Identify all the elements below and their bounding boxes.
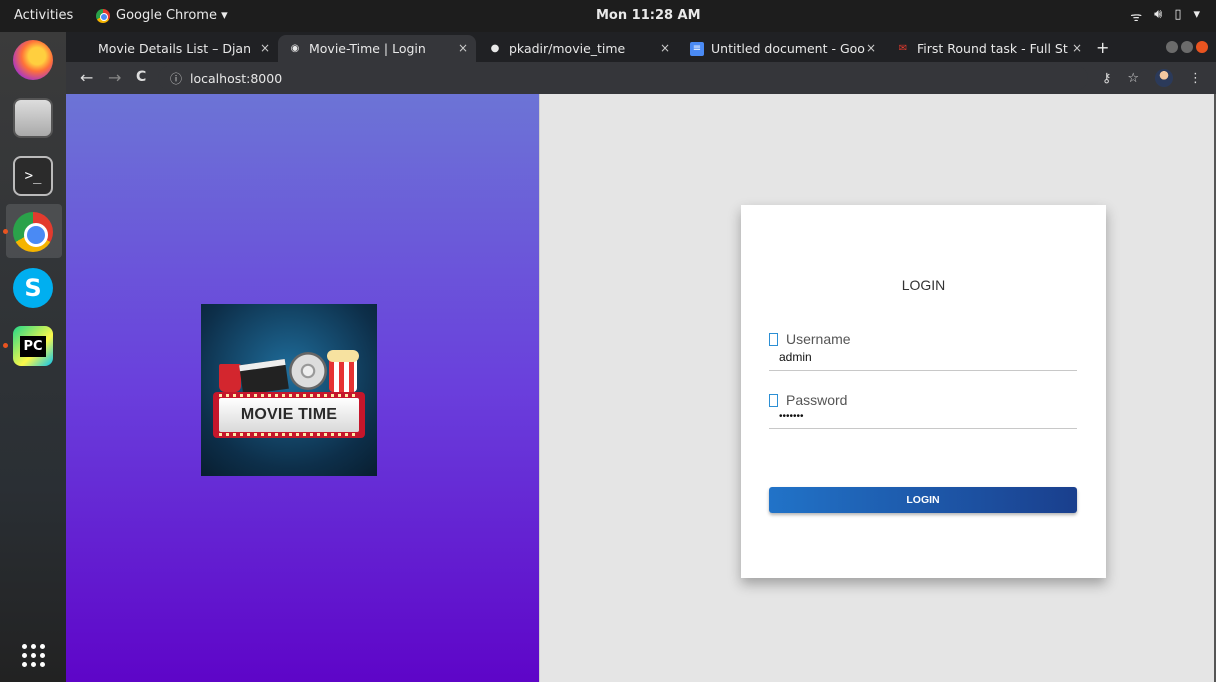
maximize-button[interactable] [1181, 41, 1193, 53]
close-window-button[interactable] [1196, 41, 1208, 53]
running-indicator [3, 343, 8, 348]
back-button[interactable]: ← [80, 68, 93, 87]
close-icon[interactable]: × [866, 41, 876, 55]
toolbar-actions: ⚷ ☆ ⋮ [1102, 69, 1202, 87]
volume-icon: 🔊︎ [1154, 7, 1163, 22]
app-menu[interactable]: Google Chrome ▾ [96, 8, 228, 23]
password-label-row: Password [769, 392, 1077, 408]
battery-icon: ▯ [1174, 7, 1182, 22]
skype-icon[interactable]: S [13, 268, 53, 308]
right-panel: LOGIN Username admin Password ••••••• LO… [539, 94, 1216, 682]
page-viewport: MOVIE TIME LOGIN Username admin Password… [66, 94, 1216, 682]
menu-down-icon: ▾ [1193, 7, 1200, 22]
terminal-glyph: >_ [24, 168, 42, 184]
pycharm-icon[interactable]: PC [13, 326, 53, 366]
login-title: LOGIN [901, 277, 946, 293]
minimize-button[interactable] [1166, 41, 1178, 53]
skype-glyph: S [24, 274, 42, 302]
logo-marquee: MOVIE TIME [213, 392, 365, 438]
window-controls [1166, 41, 1208, 53]
clapperboard-icon [239, 358, 289, 396]
username-field[interactable]: Username admin [769, 331, 1077, 371]
star-icon[interactable]: ☆ [1127, 71, 1139, 86]
login-button[interactable]: LOGIN [769, 487, 1077, 513]
user-icon [769, 332, 778, 346]
movie-time-logo: MOVIE TIME [201, 304, 377, 476]
address-bar[interactable]: ⓘ localhost:8000 [158, 66, 1088, 90]
forward-button[interactable]: → [108, 68, 121, 87]
info-icon[interactable]: ⓘ [170, 70, 182, 87]
username-input[interactable]: admin [769, 347, 1077, 370]
files-icon[interactable] [13, 98, 53, 138]
reload-button[interactable]: C [136, 69, 146, 85]
left-panel: MOVIE TIME [66, 94, 539, 682]
username-label-row: Username [769, 331, 1077, 347]
clock[interactable]: Mon 11:28 AM [596, 8, 701, 23]
dock: >_ S PC [0, 32, 66, 682]
tab-gmail[interactable]: ✉ First Round task - Full St × [886, 35, 1090, 62]
wifi-icon: ᯤ [1130, 10, 1143, 25]
terminal-icon[interactable]: >_ [13, 156, 53, 196]
menu-icon[interactable]: ⋮ [1189, 71, 1202, 86]
logo-text: MOVIE TIME [219, 398, 359, 432]
firefox-icon[interactable] [13, 40, 53, 80]
popcorn-icon [327, 350, 359, 392]
chrome-icon[interactable] [13, 212, 53, 252]
marquee-bulbs [219, 433, 359, 436]
tab-title: Movie Details List – Djan [98, 41, 252, 56]
username-label: Username [786, 331, 851, 347]
close-icon[interactable]: × [1072, 41, 1082, 55]
tab-strip: Movie Details List – Djan × ◉ Movie-Time… [66, 32, 1216, 62]
system-top-bar: Activities Google Chrome ▾ Mon 11:28 AM … [0, 0, 1216, 32]
globe-icon: ◉ [290, 43, 300, 54]
tab-title: Untitled document - Goo [711, 41, 865, 56]
show-applications-icon[interactable] [22, 644, 46, 668]
close-icon[interactable]: × [458, 41, 468, 55]
tab-title: Movie-Time | Login [309, 41, 426, 56]
activities-button[interactable]: Activities [14, 8, 73, 23]
tab-title: First Round task - Full St [917, 41, 1068, 56]
film-reel-icon [289, 352, 327, 390]
login-card: LOGIN Username admin Password ••••••• LO… [741, 205, 1106, 578]
password-label: Password [786, 392, 848, 408]
tab-google-docs[interactable]: ≡ Untitled document - Goo × [680, 35, 884, 62]
password-field[interactable]: Password ••••••• [769, 392, 1077, 429]
close-icon[interactable]: × [660, 41, 670, 55]
github-icon: ● [490, 43, 500, 54]
tab-title: pkadir/movie_time [509, 41, 626, 56]
gmail-icon: ✉ [898, 43, 908, 54]
lock-icon [769, 393, 778, 407]
profile-avatar[interactable] [1155, 69, 1173, 87]
new-tab-button[interactable]: + [1096, 38, 1109, 57]
chrome-icon [96, 8, 110, 23]
soda-cup-icon [219, 364, 241, 392]
key-icon[interactable]: ⚷ [1102, 71, 1112, 86]
password-input[interactable]: ••••••• [769, 408, 1077, 428]
browser-toolbar: ← → C ⓘ localhost:8000 ⚷ ☆ ⋮ [66, 62, 1216, 94]
tab-github[interactable]: ● pkadir/movie_time × [478, 35, 678, 62]
url-text: localhost:8000 [190, 70, 283, 86]
tab-movie-time-login[interactable]: ◉ Movie-Time | Login × [278, 35, 476, 62]
marquee-bulbs [219, 394, 359, 397]
close-icon[interactable]: × [260, 41, 270, 55]
app-menu-label: Google Chrome ▾ [116, 8, 228, 23]
system-tray[interactable]: ᯤ 🔊︎ ▯ ▾ [1130, 7, 1200, 25]
running-indicator [3, 229, 8, 234]
pycharm-glyph: PC [20, 335, 46, 357]
tab-movie-details[interactable]: Movie Details List – Djan × [88, 35, 278, 62]
docs-icon: ≡ [690, 41, 704, 56]
